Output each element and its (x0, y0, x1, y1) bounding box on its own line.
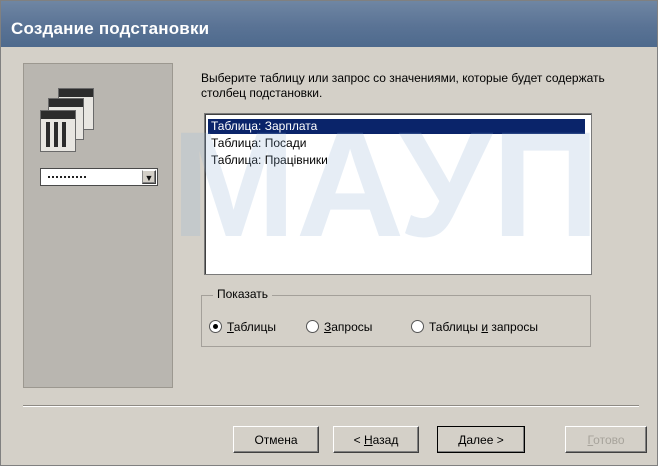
wizard-illustration-panel: ▼ (23, 63, 173, 388)
back-label-hotkey: Н (363, 433, 373, 447)
show-group-label: Показать (213, 287, 273, 301)
radio-button-icon[interactable] (411, 320, 424, 333)
radio-label-hotkey: Т (227, 320, 234, 334)
radio-queries[interactable]: Запросы (306, 319, 372, 335)
radio-label-rest: аблицы (233, 320, 277, 334)
radio-label-prefix: Таблицы (429, 320, 482, 334)
radio-button-icon[interactable] (209, 320, 222, 333)
radio-label-rest: запросы (488, 320, 539, 334)
radio-tables-and-queries[interactable]: Таблицы и запросы (411, 319, 538, 335)
radio-label-rest: апросы (331, 320, 373, 334)
radio-button-icon[interactable] (306, 320, 319, 333)
table-card-icon (40, 110, 76, 152)
list-item[interactable]: Таблица: Працівники (208, 153, 585, 168)
back-label-rest: азад (372, 433, 399, 447)
list-item[interactable]: Таблица: Посади (208, 136, 585, 151)
radio-tables[interactable]: Таблицы (209, 319, 276, 335)
dialog-title: Создание подстановки (11, 19, 210, 38)
chevron-down-icon: ▼ (142, 170, 156, 184)
instruction-text: Выберите таблицу или запрос со значениям… (201, 71, 605, 100)
lookup-wizard-dialog: Создание подстановки ▼ Выберите таблицу … (0, 0, 658, 466)
cancel-button[interactable]: Отмена (233, 426, 319, 453)
list-item[interactable]: Таблица: Зарплата (208, 119, 585, 134)
finish-button[interactable]: Готово (565, 426, 647, 453)
table-query-listbox[interactable]: Таблица: Зарплата Таблица: Посади Таблиц… (204, 113, 592, 275)
table-stack-icon (40, 88, 98, 154)
next-button[interactable]: Далее > (437, 426, 525, 453)
finish-label-rest: отово (593, 433, 625, 447)
back-button[interactable]: < Назад (333, 426, 419, 453)
title-bar[interactable]: Создание подстановки (1, 1, 657, 47)
combo-box-preview-icon: ▼ (40, 168, 158, 186)
button-separator (23, 405, 639, 407)
next-label-rest: алее > (466, 433, 504, 447)
back-label-prefix: < (353, 433, 364, 447)
